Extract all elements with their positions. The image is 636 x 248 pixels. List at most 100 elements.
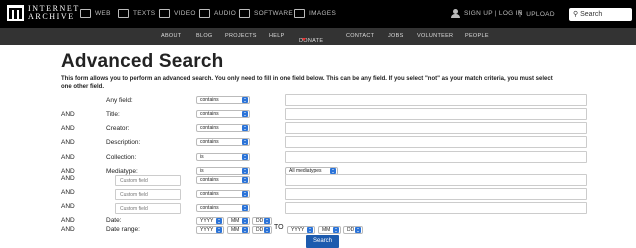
intro-text: This form allows you to perform an advan… xyxy=(61,76,553,90)
title-operator-select[interactable]: contains xyxy=(196,110,250,118)
chevron-updown-icon xyxy=(242,191,248,197)
date-range-to-day-select[interactable]: DD xyxy=(343,226,363,234)
chevron-updown-icon xyxy=(333,227,339,233)
subnav-jobs[interactable]: JOBS xyxy=(388,33,404,39)
chevron-updown-icon xyxy=(242,168,248,174)
custom-field-value-input[interactable] xyxy=(285,202,587,214)
subnav-blog[interactable]: BLOG xyxy=(196,33,212,39)
conjunction-and: AND xyxy=(61,203,75,210)
chevron-updown-icon xyxy=(307,227,313,233)
upload-icon: ⤒ xyxy=(518,9,523,19)
date-range-to-year-select[interactable]: YYYY xyxy=(287,226,315,234)
chevron-updown-icon xyxy=(242,218,248,224)
description-label: Description: xyxy=(106,139,141,146)
nav-web[interactable]: WEB xyxy=(80,9,111,18)
internet-archive-logo[interactable]: INTERNET ARCHIVE xyxy=(7,5,80,21)
subnav-volunteer[interactable]: VOLUNTEER xyxy=(417,33,453,39)
video-icon xyxy=(159,9,170,18)
date-year-select[interactable]: YYYY xyxy=(196,217,224,225)
chevron-updown-icon xyxy=(242,177,248,183)
custom-field-operator-select[interactable]: contains xyxy=(196,204,250,212)
custom-field-name-input[interactable]: Custom field xyxy=(115,175,181,186)
collection-input[interactable] xyxy=(285,151,587,163)
description-input[interactable] xyxy=(285,136,587,148)
chevron-updown-icon xyxy=(242,154,248,160)
any-field-operator-select[interactable]: contains xyxy=(196,96,250,104)
date-range-to-month-select[interactable]: MM xyxy=(318,226,341,234)
chevron-updown-icon xyxy=(242,111,248,117)
custom-field-operator-select[interactable]: contains xyxy=(196,190,250,198)
donate-heart-icon xyxy=(302,38,306,41)
creator-operator-select[interactable]: contains xyxy=(196,124,250,132)
date-day-select[interactable]: DD xyxy=(252,217,272,225)
date-range-from-year-select[interactable]: YYYY xyxy=(196,226,224,234)
conjunction-and: AND xyxy=(61,139,75,146)
search-box[interactable]: ⚲ Search xyxy=(569,8,632,21)
conjunction-and: AND xyxy=(61,226,75,233)
archive-temple-icon xyxy=(7,5,24,21)
collection-label: Collection: xyxy=(106,154,137,161)
images-icon xyxy=(294,9,305,18)
nav-video[interactable]: VIDEO xyxy=(159,9,196,18)
chevron-updown-icon xyxy=(216,227,222,233)
conjunction-and: AND xyxy=(61,189,75,196)
search-button[interactable]: Search xyxy=(306,235,339,248)
nav-texts[interactable]: TEXTS xyxy=(118,9,155,18)
upload-link[interactable]: ⤒ UPLOAD xyxy=(518,9,555,20)
search-placeholder: Search xyxy=(580,11,603,18)
subnav-contact[interactable]: CONTACT xyxy=(346,33,374,39)
creator-label: Creator: xyxy=(106,125,130,132)
conjunction-and: AND xyxy=(61,111,75,118)
chevron-updown-icon xyxy=(264,227,270,233)
subnav-about[interactable]: ABOUT xyxy=(161,33,181,39)
conjunction-and: AND xyxy=(61,125,75,132)
page-title: Advanced Search xyxy=(61,51,224,72)
search-icon: ⚲ xyxy=(573,11,579,18)
web-icon xyxy=(80,9,91,18)
conjunction-and: AND xyxy=(61,168,75,175)
subnav-help[interactable]: HELP xyxy=(269,33,285,39)
date-month-select[interactable]: MM xyxy=(227,217,250,225)
date-label: Date: xyxy=(106,217,122,224)
chevron-updown-icon xyxy=(264,218,270,224)
any-field-input[interactable] xyxy=(285,94,587,106)
software-icon xyxy=(239,9,250,18)
date-range-from-month-select[interactable]: MM xyxy=(227,226,250,234)
logo-text-line2: ARCHIVE xyxy=(28,12,75,21)
chevron-updown-icon xyxy=(355,227,361,233)
nav-images[interactable]: IMAGES xyxy=(294,9,336,18)
nav-audio[interactable]: AUDIO xyxy=(199,9,236,18)
collection-operator-select[interactable]: is xyxy=(196,153,250,161)
user-icon xyxy=(451,9,460,18)
conjunction-and: AND xyxy=(61,175,75,182)
custom-field-name-input[interactable]: Custom field xyxy=(115,189,181,200)
chevron-updown-icon xyxy=(242,125,248,131)
custom-field-name-input[interactable]: Custom field xyxy=(115,203,181,214)
chevron-updown-icon xyxy=(242,227,248,233)
custom-field-value-input[interactable] xyxy=(285,188,587,200)
custom-field-operator-select[interactable]: contains xyxy=(196,176,250,184)
audio-icon xyxy=(199,9,210,18)
conjunction-and: AND xyxy=(61,217,75,224)
chevron-updown-icon xyxy=(216,218,222,224)
date-range-from-day-select[interactable]: DD xyxy=(252,226,272,234)
sign-up-log-in-link[interactable]: SIGN UP | LOG IN xyxy=(464,10,523,17)
title-label: Title: xyxy=(106,111,120,118)
date-range-label: Date range: xyxy=(106,226,140,233)
creator-input[interactable] xyxy=(285,122,587,134)
mediatype-label: Mediatype: xyxy=(106,168,138,175)
top-navigation-bar: INTERNET ARCHIVE WEB TEXTS VIDEO AUDIO S… xyxy=(0,0,636,28)
subnav-projects[interactable]: PROJECTS xyxy=(225,33,257,39)
chevron-updown-icon xyxy=(242,139,248,145)
any-field-label: Any field: xyxy=(106,97,133,104)
title-input[interactable] xyxy=(285,108,587,120)
mediatype-operator-select[interactable]: is xyxy=(196,167,250,175)
secondary-navigation-bar: ABOUT BLOG PROJECTS HELP DONATE CONTACT … xyxy=(0,28,636,45)
subnav-people[interactable]: PEOPLE xyxy=(465,33,489,39)
description-operator-select[interactable]: contains xyxy=(196,138,250,146)
chevron-updown-icon xyxy=(242,97,248,103)
account-menu[interactable]: SIGN UP | LOG IN xyxy=(451,9,523,18)
chevron-updown-icon xyxy=(242,205,248,211)
custom-field-value-input[interactable] xyxy=(285,174,587,186)
nav-software[interactable]: SOFTWARE xyxy=(239,9,293,18)
